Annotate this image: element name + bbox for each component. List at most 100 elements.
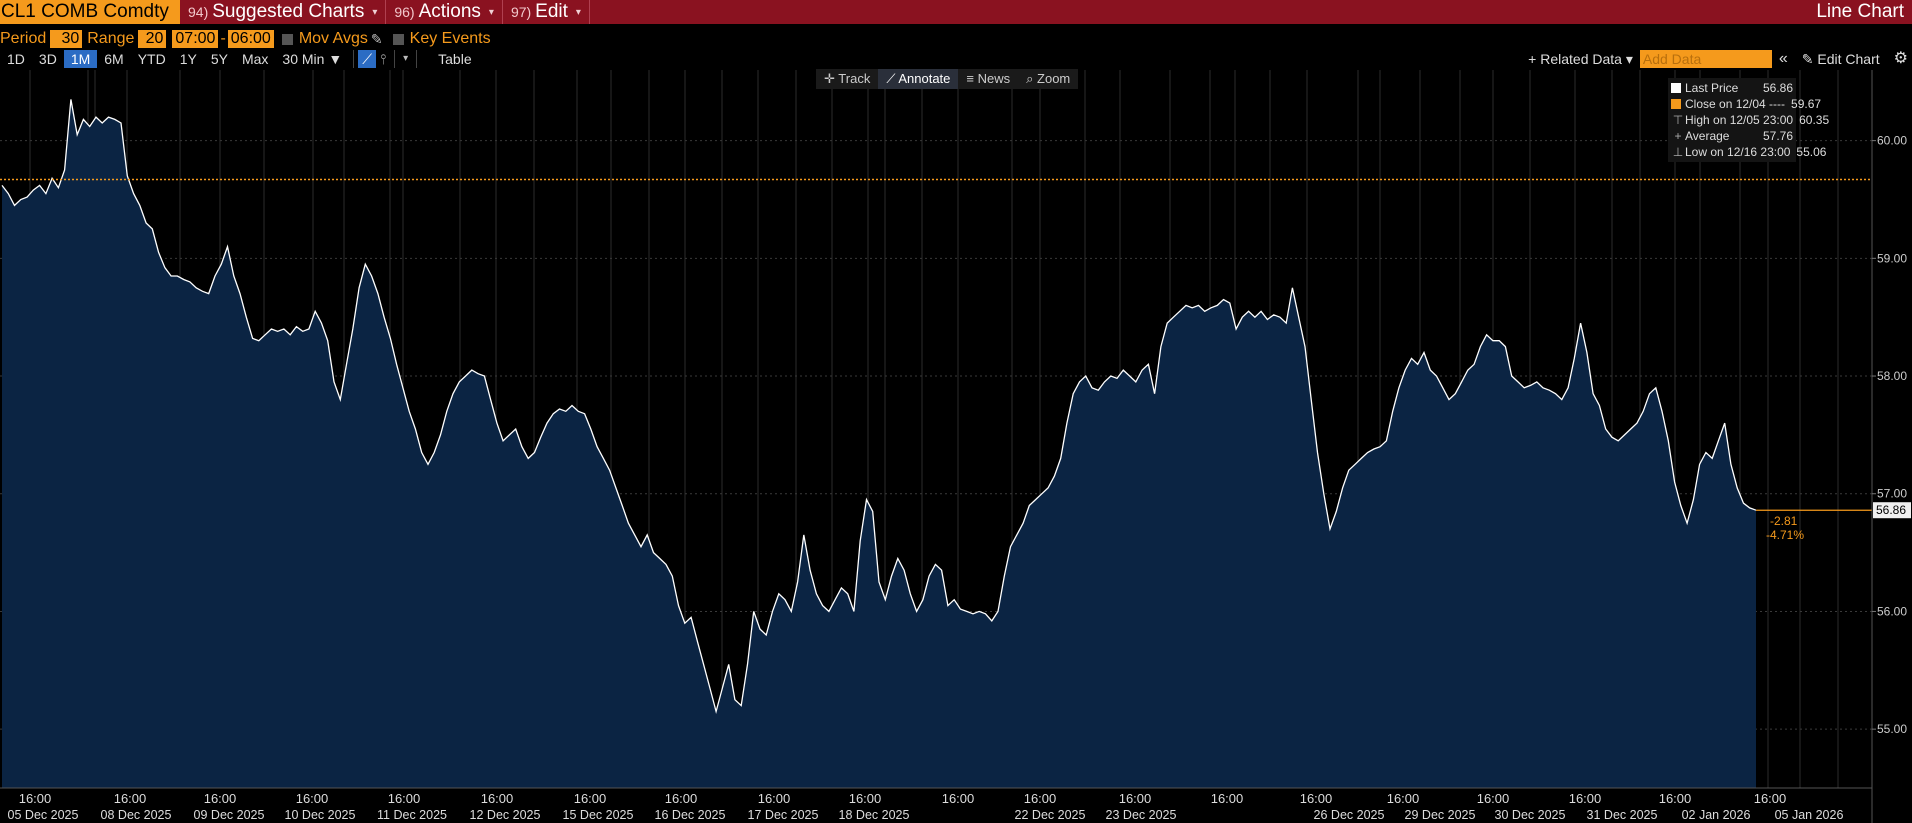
- x-date-label: 05 Dec 2025: [8, 808, 79, 822]
- interval-dropdown[interactable]: 30 Min ▼: [275, 50, 349, 68]
- legend-row-high: ⊤ High on 12/05 23:00 60.35: [1671, 112, 1829, 128]
- chart-window: CL1 COMB Comdty 94) Suggested Charts ▾ 9…: [0, 0, 1912, 823]
- price-chart[interactable]: 55.00 56.00 57.00 58.00 59.00 60.00 56.86 -2.81…: [0, 70, 1912, 823]
- chevron-down-icon[interactable]: ▾: [399, 50, 412, 68]
- legend-swatch: [1671, 83, 1681, 93]
- x-time-label: 16:00: [1024, 791, 1057, 806]
- table-button[interactable]: Table: [431, 50, 478, 68]
- chevron-down-icon: ▾: [575, 6, 581, 18]
- mode-label: Zoom: [1037, 71, 1071, 86]
- edit-menu[interactable]: 97) Edit ▾: [511, 0, 590, 24]
- news-mode-button[interactable]: ≡ News: [958, 69, 1018, 89]
- chart-mode-bar: ✛ Track ⟋ Annotate ≡ News ⌕ Zoom: [816, 69, 1079, 89]
- range-1m-button[interactable]: 1M: [63, 50, 98, 68]
- high-marker-icon: ⊤: [1672, 113, 1684, 127]
- right-tools: + Related Data ▾ « ✎ Edit Chart ⚙: [1521, 50, 1912, 68]
- x-time-label: 16:00: [388, 791, 421, 806]
- legend-swatch: [1671, 99, 1681, 109]
- bar-chart-icon[interactable]: ⫯: [376, 50, 390, 68]
- add-data-input[interactable]: [1639, 50, 1772, 68]
- x-date-label: 05 Jan 2026: [1775, 808, 1844, 822]
- legend-row-last-price: Last Price 56.86: [1671, 80, 1793, 96]
- annotate-icon: ⟋: [886, 71, 896, 86]
- period-input[interactable]: 30: [50, 30, 83, 48]
- legend-row-average: + Average 57.76: [1671, 128, 1793, 144]
- range-ytd-button[interactable]: YTD: [131, 50, 173, 68]
- legend-label: Close on 12/04 ----: [1685, 97, 1786, 111]
- mode-label: News: [977, 71, 1011, 86]
- menu-number: 94): [188, 4, 209, 20]
- last-price-tag-label: 56.86: [1876, 503, 1906, 517]
- key-events-label: Key Events: [409, 30, 491, 47]
- suggested-charts-menu[interactable]: 94) Suggested Charts ▾: [188, 0, 387, 24]
- start-time-input[interactable]: 07:00: [172, 30, 219, 48]
- legend-value: 59.67: [1791, 97, 1822, 111]
- x-time-label: 16:00: [1387, 791, 1420, 806]
- x-time-label: 16:00: [1569, 791, 1602, 806]
- collapse-icon[interactable]: «: [1772, 50, 1795, 68]
- period-settings-bar: Period 30 Range 20 07:00 - 06:00 Mov Avg…: [0, 29, 491, 49]
- key-events-checkbox[interactable]: [392, 33, 404, 45]
- actions-menu[interactable]: 96) Actions ▾: [394, 0, 503, 24]
- chart-toolbar: 1D 3D 1M 6M YTD 1Y 5Y Max 30 Min ▼ ⟋ ⫯ ▾…: [0, 49, 1912, 69]
- x-time-label: 16:00: [574, 791, 607, 806]
- title-bar: CL1 COMB Comdty 94) Suggested Charts ▾ 9…: [0, 0, 1912, 24]
- range-6m-button[interactable]: 6M: [97, 50, 130, 68]
- y-tick-label: 55.00: [1877, 722, 1907, 736]
- range-5y-button[interactable]: 5Y: [204, 50, 235, 68]
- gear-icon[interactable]: ⚙: [1887, 50, 1912, 68]
- legend-label: Low on 12/16 23:00: [1685, 145, 1791, 159]
- x-date-label: 17 Dec 2025: [748, 808, 819, 822]
- x-time-label: 16:00: [1754, 791, 1787, 806]
- x-time-label: 16:00: [481, 791, 514, 806]
- x-time-label: 16:00: [1477, 791, 1510, 806]
- ticker-field[interactable]: CL1 COMB Comdty: [0, 0, 180, 24]
- toolbar-divider: [353, 50, 355, 68]
- line-chart-icon[interactable]: ⟋: [358, 50, 377, 68]
- legend-value: 57.76: [1762, 129, 1793, 143]
- legend-label: High on 12/05 23:00: [1685, 113, 1794, 127]
- zoom-mode-button[interactable]: ⌕ Zoom: [1018, 69, 1078, 89]
- x-date-label: 29 Dec 2025: [1405, 808, 1476, 822]
- y-tick-label: 57.00: [1877, 487, 1907, 501]
- menu-number: 97): [510, 4, 532, 20]
- pencil-icon[interactable]: ✎: [371, 31, 383, 48]
- toolbar-divider: [394, 50, 396, 68]
- range-input[interactable]: 20: [138, 30, 167, 48]
- news-icon: ≡: [966, 71, 974, 86]
- y-tick-label: 59.00: [1877, 251, 1907, 265]
- x-date-label: 22 Dec 2025: [1015, 808, 1086, 822]
- legend-value: 55.06: [1796, 145, 1827, 159]
- range-1y-button[interactable]: 1Y: [173, 50, 204, 68]
- change-pct-label: -4.71%: [1766, 528, 1804, 542]
- x-date-label: 15 Dec 2025: [563, 808, 634, 822]
- end-time-input[interactable]: 06:00: [227, 30, 274, 48]
- range-label: Range: [87, 30, 135, 47]
- window-title: Line Chart: [1816, 1, 1904, 22]
- x-date-label: 11 Dec 2025: [377, 808, 447, 822]
- range-max-button[interactable]: Max: [235, 50, 275, 68]
- related-data-button[interactable]: + Related Data ▾: [1521, 50, 1640, 68]
- y-tick-label: 58.00: [1877, 369, 1907, 383]
- range-1d-button[interactable]: 1D: [0, 50, 32, 68]
- magnifier-icon: ⌕: [1026, 71, 1034, 86]
- track-mode-button[interactable]: ✛ Track: [816, 69, 878, 89]
- x-date-label: 02 Jan 2026: [1682, 808, 1751, 822]
- x-date-label: 12 Dec 2025: [470, 808, 541, 822]
- chart-legend[interactable]: Last Price 56.86 Close on 12/04 ---- 59.…: [1668, 78, 1829, 162]
- range-3d-button[interactable]: 3D: [32, 50, 64, 68]
- low-marker-icon: ⊥: [1672, 145, 1684, 159]
- average-marker-icon: +: [1674, 129, 1682, 143]
- x-date-label: 09 Dec 2025: [194, 808, 265, 822]
- x-time-label: 16:00: [114, 791, 147, 806]
- x-date-label: 08 Dec 2025: [101, 808, 172, 822]
- legend-label: Last Price: [1685, 81, 1739, 95]
- menu-label: Edit: [535, 1, 568, 22]
- mov-avgs-checkbox[interactable]: [281, 33, 293, 45]
- edit-chart-button[interactable]: ✎ Edit Chart: [1795, 50, 1887, 68]
- annotate-mode-button[interactable]: ⟋ Annotate: [878, 69, 959, 89]
- x-date-label: 31 Dec 2025: [1587, 808, 1658, 822]
- legend-label: Average: [1685, 129, 1730, 143]
- x-time-label: 16:00: [1119, 791, 1152, 806]
- x-time-label: 16:00: [1211, 791, 1244, 806]
